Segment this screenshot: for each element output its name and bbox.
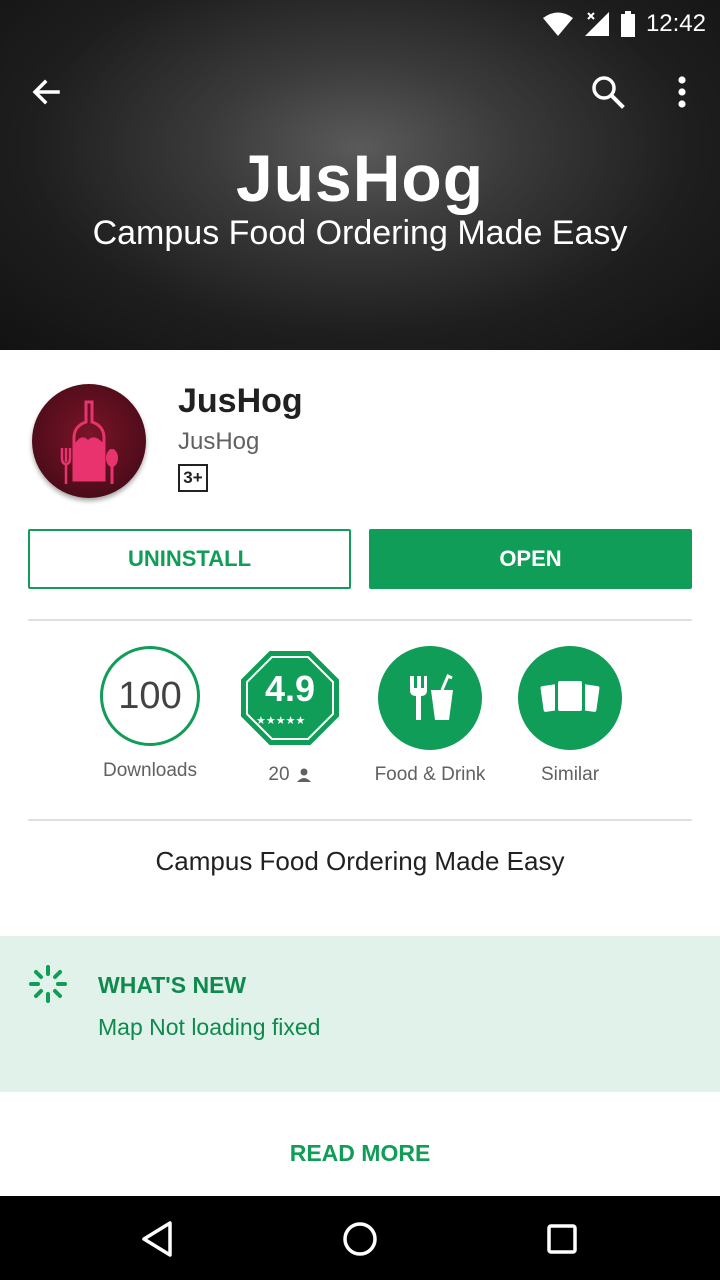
stats-row: 100 Downloads ★★★★★ 4.9 20 Food & Drink …: [0, 646, 720, 796]
category-stat[interactable]: Food & Drink: [360, 646, 500, 786]
developer-link[interactable]: JusHog: [178, 428, 259, 456]
hero-title: JusHog: [235, 141, 485, 215]
app-icon: [32, 384, 146, 498]
whats-new-text: Map Not loading fixed: [98, 1014, 321, 1040]
similar-label: Similar: [540, 764, 600, 785]
app-header: JusHog JusHog 3+: [0, 380, 720, 500]
app-bar: [0, 48, 720, 134]
uninstall-button[interactable]: UNINSTALL: [28, 529, 351, 589]
back-arrow-icon[interactable]: [28, 74, 68, 110]
status-bar: 12:42: [0, 0, 720, 48]
rating-count-label: 20: [220, 764, 360, 786]
rating-badge: ★★★★★ 4.9: [238, 646, 342, 750]
app-title: JusHog: [178, 382, 303, 420]
app-tagline: Campus Food Ordering Made Easy: [155, 846, 565, 876]
hero-banner: JusHog Campus Food Ordering Made Easy: [0, 0, 720, 350]
similar-stat[interactable]: Similar: [500, 646, 640, 786]
back-nav-icon[interactable]: [134, 1214, 184, 1264]
content-rating-badge: 3+: [178, 464, 208, 492]
divider: [28, 819, 692, 821]
downloads-count: 100: [100, 646, 200, 746]
hero-subtitle: Campus Food Ordering Made Easy: [92, 214, 628, 252]
whats-new-title: WHAT'S NEW: [98, 972, 247, 998]
divider: [28, 619, 692, 621]
downloads-label: Downloads: [103, 760, 197, 781]
rating-stat[interactable]: ★★★★★ 4.9 20: [220, 646, 360, 786]
svg-text:★★★★★: ★★★★★: [256, 714, 305, 727]
spinner-icon: [28, 964, 68, 1004]
status-time: 12:42: [645, 10, 706, 37]
open-button[interactable]: OPEN: [369, 529, 692, 589]
recents-nav-icon[interactable]: [537, 1214, 587, 1264]
food-drink-icon[interactable]: [378, 646, 482, 750]
battery-icon: [620, 10, 636, 38]
read-more-button[interactable]: READ MORE: [0, 1140, 720, 1167]
similar-apps-icon[interactable]: [518, 646, 622, 750]
whats-new-section: WHAT'S NEW Map Not loading fixed: [0, 936, 720, 1092]
downloads-stat: 100 Downloads: [80, 646, 220, 782]
category-label: Food & Drink: [374, 764, 486, 785]
signal-icon: [584, 11, 610, 37]
search-icon[interactable]: [588, 72, 628, 112]
more-vert-icon[interactable]: [668, 72, 696, 112]
person-icon: [296, 768, 311, 782]
wifi-icon: [542, 11, 574, 37]
home-nav-icon[interactable]: [335, 1214, 385, 1264]
rating-value: 4.9: [264, 668, 316, 709]
navigation-bar: [0, 1196, 720, 1280]
